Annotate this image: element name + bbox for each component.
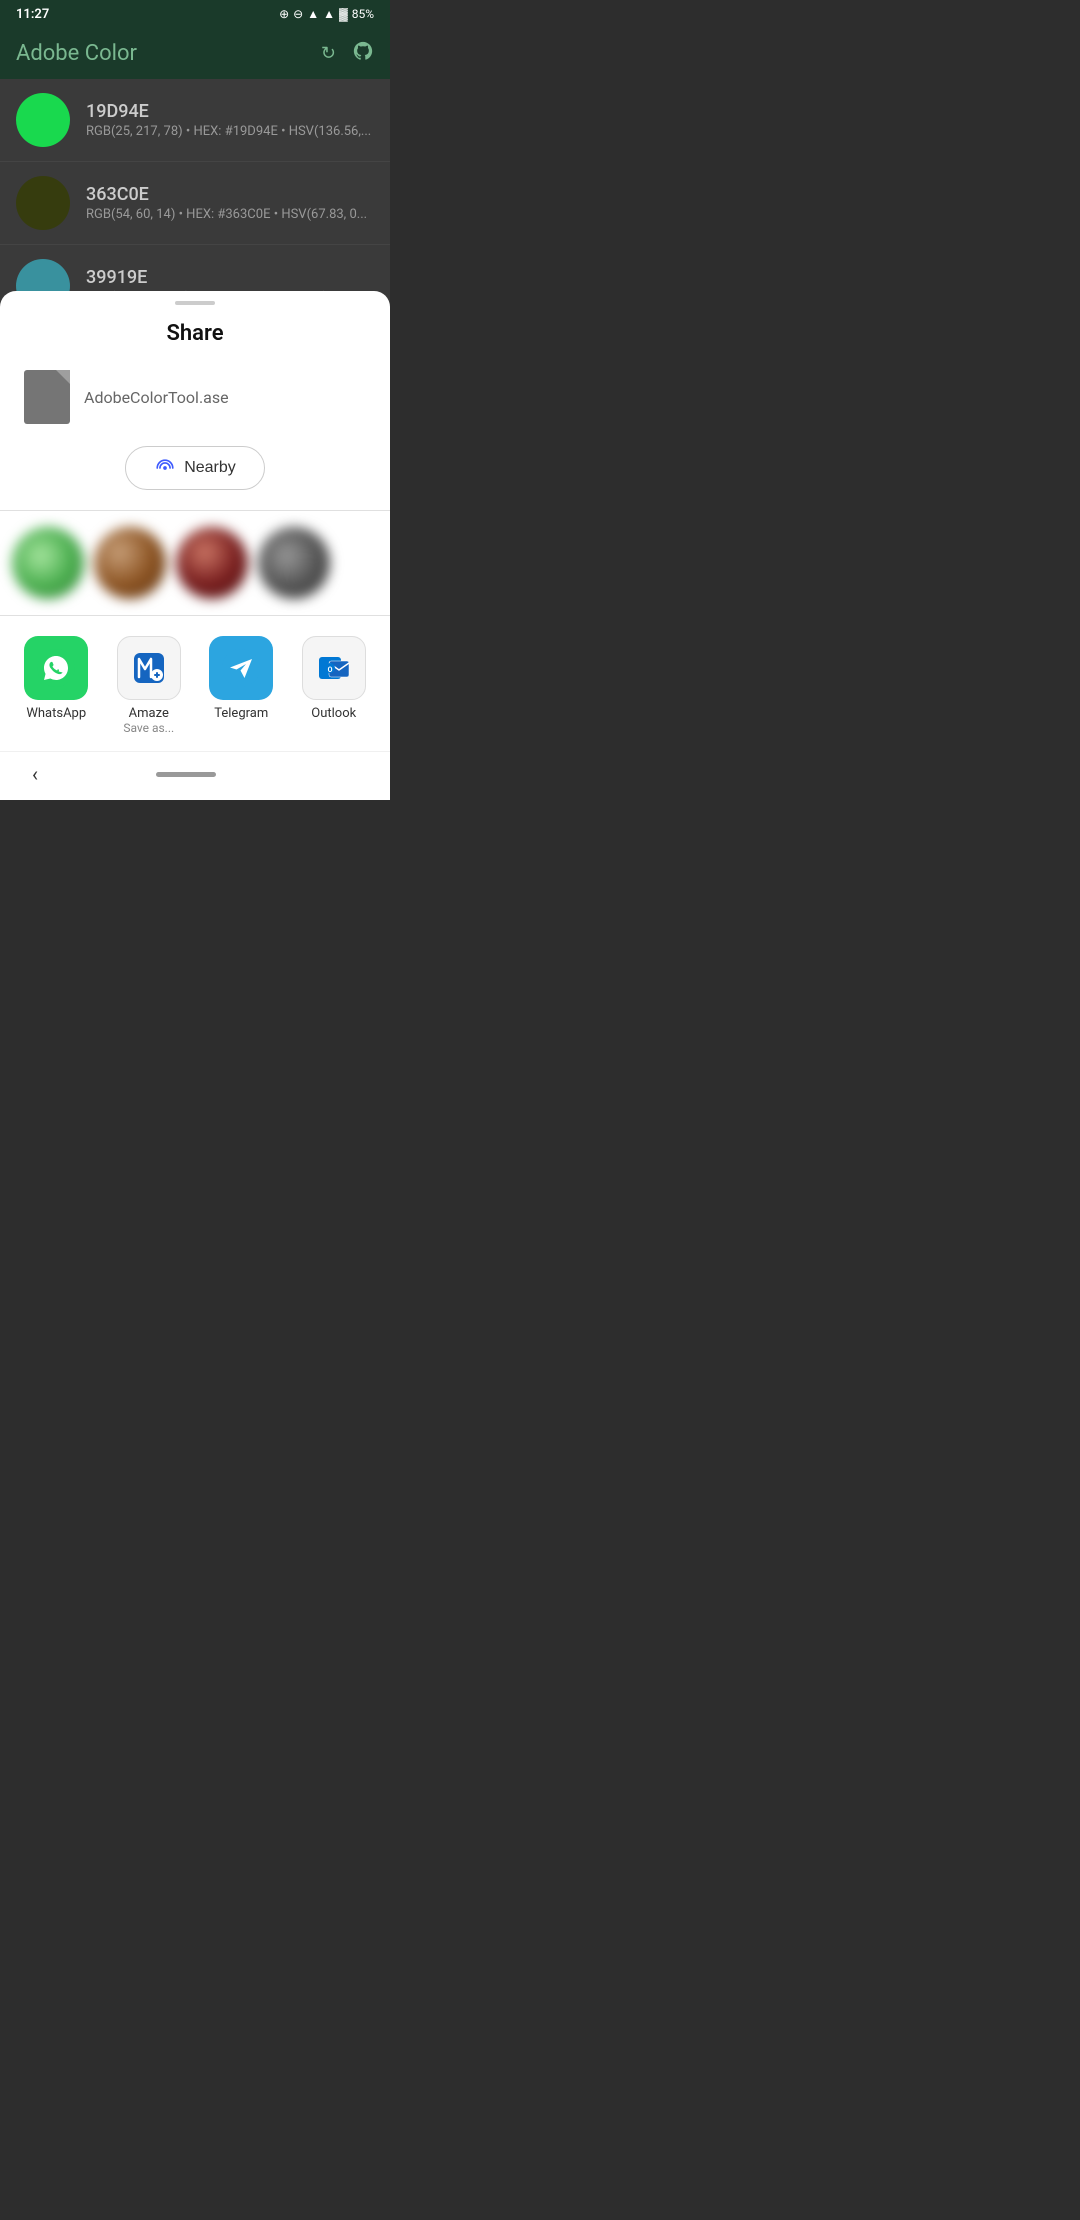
- contact-avatar-3: [176, 527, 248, 599]
- color-item-2[interactable]: 363C0E RGB(54, 60, 14) • HEX: #363C0E • …: [0, 162, 390, 245]
- whatsapp-icon: [24, 636, 88, 700]
- color-info-1: 19D94E RGB(25, 217, 78) • HEX: #19D94E •…: [86, 101, 371, 139]
- outlook-icon: O: [302, 636, 366, 700]
- amaze-icon: [117, 636, 181, 700]
- status-icons: ⊕ ⊖ ▲ ▲ ▓ 85%: [279, 7, 374, 21]
- color-item-1[interactable]: 19D94E RGB(25, 217, 78) • HEX: #19D94E •…: [0, 79, 390, 162]
- minus-circle-icon: ⊖: [293, 7, 303, 21]
- share-file-row: AdobeColorTool.ase: [0, 360, 390, 442]
- app-item-telegram[interactable]: Telegram: [201, 636, 281, 735]
- app-title: Adobe Color: [16, 41, 137, 66]
- wifi-icon: ▲: [307, 7, 319, 21]
- contacts-row: [0, 511, 390, 615]
- status-bar: 11:27 ⊕ ⊖ ▲ ▲ ▓ 85%: [0, 0, 390, 28]
- contact-avatar-2: [94, 527, 166, 599]
- add-circle-icon: ⊕: [279, 7, 289, 21]
- color-hex-2: 363C0E: [86, 184, 367, 205]
- color-swatch-2: [16, 176, 70, 230]
- file-icon: [24, 370, 70, 424]
- amaze-label: Amaze: [129, 706, 169, 721]
- battery-percent: 85%: [352, 7, 374, 21]
- app-item-amaze[interactable]: Amaze Save as...: [109, 636, 189, 735]
- share-title: Share: [0, 305, 390, 360]
- contact-avatar-4: [258, 527, 330, 599]
- status-time: 11:27: [16, 7, 49, 22]
- signal-icon: ▲: [323, 7, 335, 21]
- home-indicator[interactable]: [156, 772, 216, 777]
- outlook-label: Outlook: [311, 706, 356, 721]
- app-bar-actions: ↻: [321, 40, 374, 67]
- whatsapp-label: WhatsApp: [26, 706, 86, 721]
- nearby-button[interactable]: Nearby: [125, 446, 265, 490]
- app-bar: Adobe Color ↻: [0, 28, 390, 79]
- battery-icon: ▓: [339, 7, 348, 21]
- color-details-2: RGB(54, 60, 14) • HEX: #363C0E • HSV(67.…: [86, 207, 367, 222]
- color-swatch-1: [16, 93, 70, 147]
- nearby-section: Nearby: [0, 442, 390, 510]
- telegram-label: Telegram: [214, 706, 268, 721]
- color-hex-3: 39919E: [86, 267, 367, 288]
- color-details-1: RGB(25, 217, 78) • HEX: #19D94E • HSV(13…: [86, 124, 371, 139]
- back-button[interactable]: ‹: [32, 762, 38, 786]
- color-hex-1: 19D94E: [86, 101, 371, 122]
- github-icon[interactable]: [352, 40, 374, 67]
- apps-row: WhatsApp Amaze Save as...: [0, 616, 390, 751]
- color-info-2: 363C0E RGB(54, 60, 14) • HEX: #363C0E • …: [86, 184, 367, 222]
- file-name: AdobeColorTool.ase: [84, 388, 229, 407]
- telegram-icon: [209, 636, 273, 700]
- nearby-label: Nearby: [184, 459, 236, 477]
- app-item-outlook[interactable]: O Outlook: [294, 636, 374, 735]
- amaze-sublabel: Save as...: [123, 721, 174, 735]
- svg-text:O: O: [327, 666, 332, 674]
- divider-1: [0, 510, 390, 511]
- nearby-icon: [154, 457, 176, 479]
- refresh-icon[interactable]: ↻: [321, 43, 336, 64]
- nav-bar: ‹: [0, 751, 390, 800]
- app-item-whatsapp[interactable]: WhatsApp: [16, 636, 96, 735]
- share-bottom-sheet: Share AdobeColorTool.ase Nearby: [0, 291, 390, 800]
- contact-avatar-1: [12, 527, 84, 599]
